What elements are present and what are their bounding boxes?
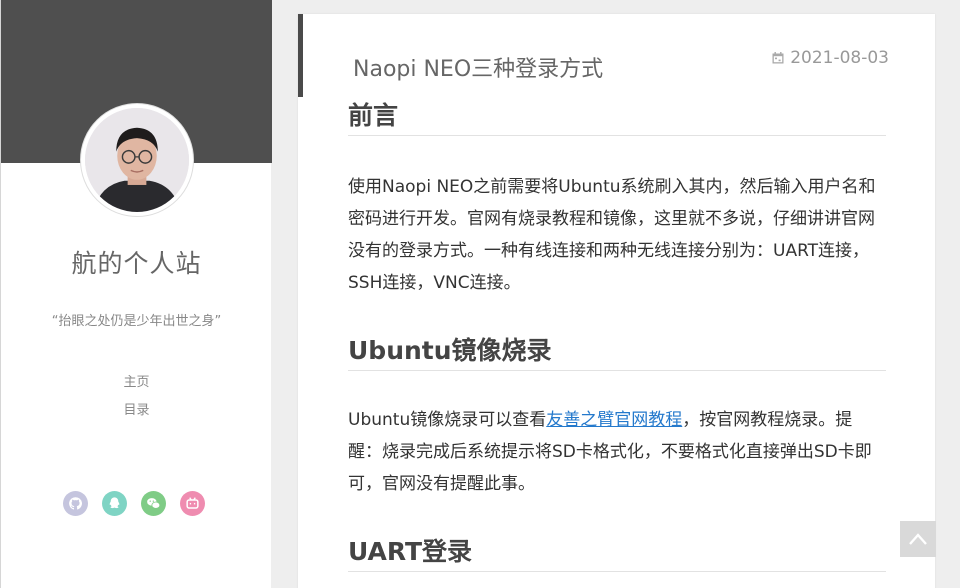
site-motto: “抬眼之处仍是少年出世之身” <box>51 314 222 329</box>
avatar[interactable] <box>80 103 194 217</box>
post-content: 前言 使用Naopi NEO之前需要将Ubuntu系统刷入其内，然后输入用户名和… <box>348 96 886 572</box>
social-links <box>63 491 205 516</box>
post-date-text: 2021-08-03 <box>790 48 889 68</box>
heading-uart-login: UART登录 <box>348 532 886 572</box>
paragraph-intro: 使用Naopi NEO之前需要将Ubuntu系统刷入其内，然后输入用户名和密码进… <box>348 177 876 293</box>
nav-item-home[interactable]: 主页 <box>1 374 272 402</box>
friendlyarm-tutorial-link[interactable]: 友善之臂官网教程 <box>546 410 682 430</box>
post-card: Naopi NEO三种登录方式 2021-08-03 前言 使用Naopi NE… <box>298 14 935 588</box>
paragraph-text: Ubuntu镜像烧录可以查看 <box>348 410 547 430</box>
github-icon[interactable] <box>63 491 88 516</box>
paragraph-ubuntu-flash: Ubuntu镜像烧录可以查看友善之臂官网教程，按官网教程烧录。提醒：烧录完成后系… <box>348 404 886 500</box>
wechat-icon[interactable] <box>141 491 166 516</box>
title-accent-bar <box>298 14 303 97</box>
avatar-photo <box>85 108 189 212</box>
chevron-up-icon <box>908 532 928 546</box>
post-title: Naopi NEO三种登录方式 <box>353 57 604 82</box>
heading-ubuntu-flash: Ubuntu镜像烧录 <box>348 331 886 371</box>
calendar-icon <box>772 52 784 64</box>
sidebar-nav: 主页 目录 <box>1 374 272 430</box>
post-date: 2021-08-03 <box>772 48 889 68</box>
site-title: 航的个人站 <box>71 249 202 278</box>
bilibili-icon[interactable] <box>180 491 205 516</box>
qq-icon[interactable] <box>102 491 127 516</box>
nav-item-catalog[interactable]: 目录 <box>1 402 272 430</box>
heading-intro: 前言 <box>348 96 886 136</box>
sidebar: 航的个人站 “抬眼之处仍是少年出世之身” 主页 目录 <box>0 0 272 588</box>
back-to-top-button[interactable] <box>900 521 936 557</box>
